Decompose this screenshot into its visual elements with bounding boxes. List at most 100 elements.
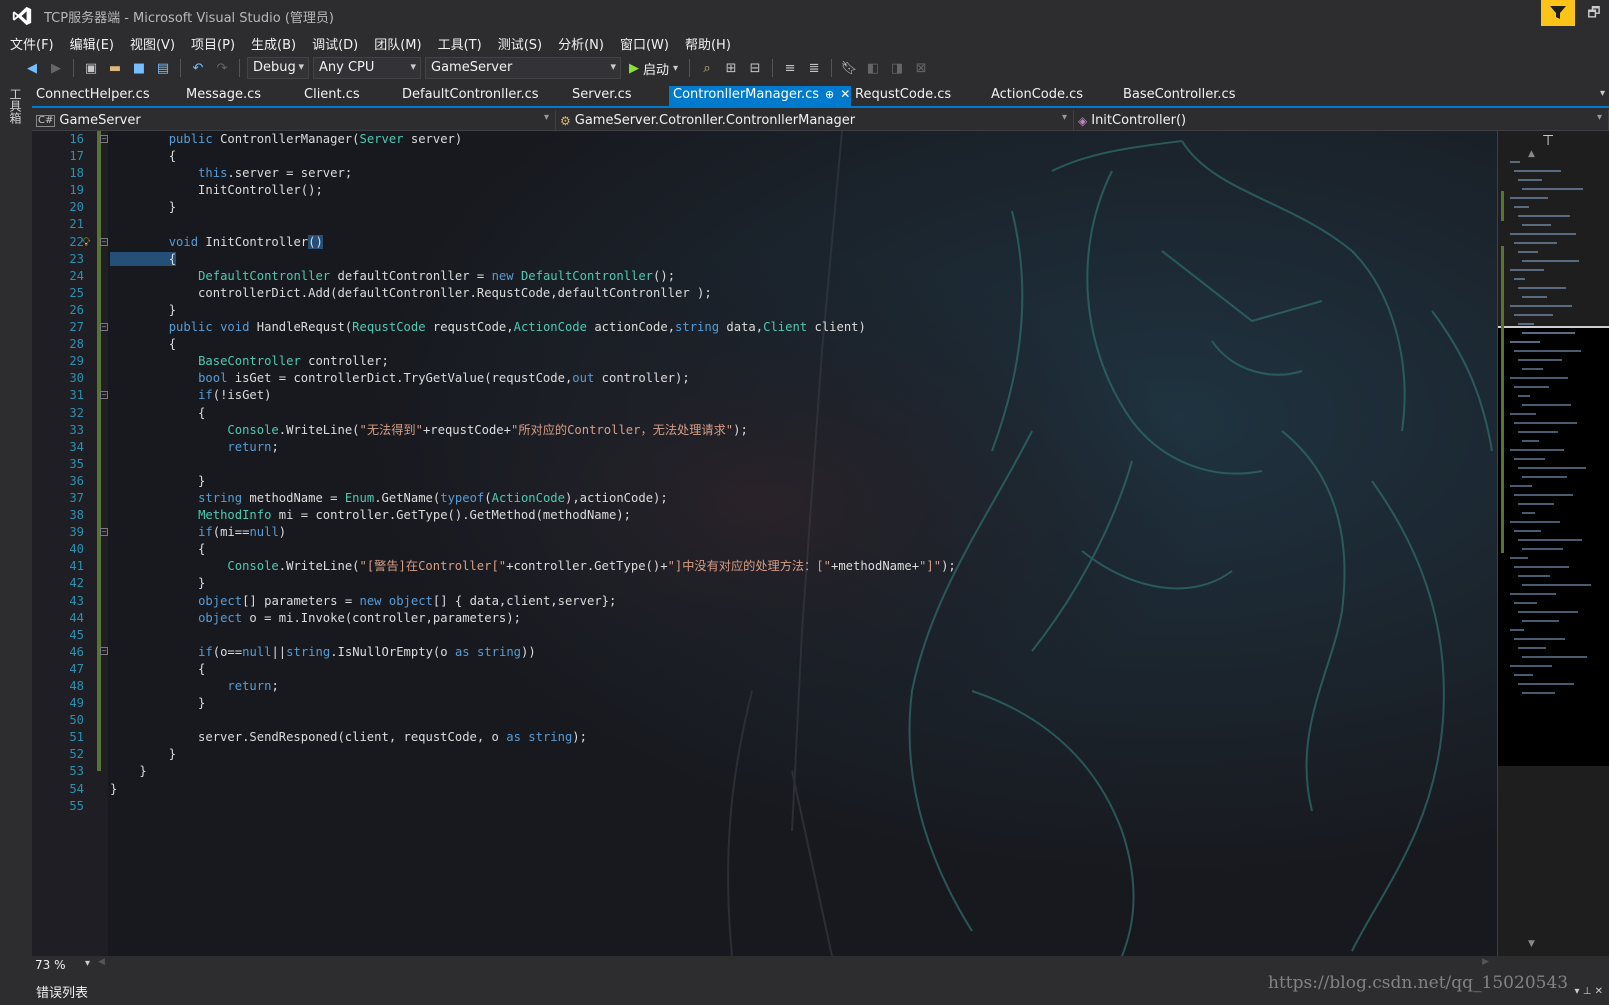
tab-contronllermanager[interactable]: ContronllerManager.cs ⊕ ✕ (669, 86, 851, 106)
menu-test[interactable]: 测试(S) (492, 34, 552, 53)
open-file-icon[interactable]: ▬ (105, 58, 125, 78)
code-line[interactable]: if(o==null||string.IsNullOrEmpty(o as st… (110, 644, 956, 661)
save-all-icon[interactable]: ▤ (153, 58, 173, 78)
code-line[interactable]: if(!isGet) (110, 387, 956, 404)
menu-team[interactable]: 团队(M) (368, 34, 431, 53)
tab-defaultcontronller[interactable]: DefaultContronller.cs (398, 86, 568, 106)
code-line[interactable]: } (110, 763, 956, 780)
code-line[interactable]: } (110, 695, 956, 712)
new-project-icon[interactable]: ▣ (81, 58, 101, 78)
split-window-icon[interactable]: ⊤ (1542, 133, 1554, 149)
tab-overflow-icon[interactable]: ▾ (1600, 88, 1605, 99)
comment-icon[interactable]: ≡ (780, 58, 800, 78)
code-line[interactable]: bool isGet = controllerDict.TryGetValue(… (110, 370, 956, 387)
bookmark-icon[interactable]: 🔖︎ (839, 58, 859, 78)
solution-config-select[interactable]: Debug (247, 57, 309, 79)
code-line[interactable] (110, 798, 956, 815)
code-line[interactable]: controllerDict.Add(defaultContronller.Re… (110, 285, 956, 302)
code-line[interactable]: } (110, 746, 956, 763)
code-line[interactable]: void InitController() (110, 234, 956, 251)
code-line[interactable]: server.SendResponed(client, requstCode, … (110, 729, 956, 746)
code-line[interactable]: Console.WriteLine("[警告]在Controller["+con… (110, 558, 955, 575)
tab-server[interactable]: Server.cs (568, 86, 669, 106)
code-line[interactable]: { (110, 148, 956, 165)
code-text[interactable]: public ContronllerManager(Server server)… (110, 131, 956, 815)
code-line[interactable]: { (110, 251, 956, 268)
menu-build[interactable]: 生成(B) (245, 34, 306, 53)
navigate-back-icon[interactable]: ◀ (22, 58, 42, 78)
code-line[interactable]: { (110, 405, 956, 422)
menu-analyze[interactable]: 分析(N) (552, 34, 614, 53)
code-line[interactable]: } (110, 199, 956, 216)
menu-project[interactable]: 项目(P) (185, 34, 245, 53)
error-list-tab[interactable]: 错误列表 (36, 982, 88, 1001)
code-line[interactable]: object[] parameters = new object[] { dat… (110, 593, 956, 610)
fold-toggle-icon[interactable]: − (100, 323, 108, 331)
fold-toggle-icon[interactable]: − (100, 391, 108, 399)
tab-connecthelper[interactable]: ConnectHelper.cs (32, 86, 182, 106)
zoom-level-select[interactable]: 73 % (32, 958, 92, 972)
startup-project-select[interactable]: GameServer (425, 57, 621, 79)
solution-explorer-icon[interactable]: ⊞ (721, 58, 741, 78)
code-line[interactable]: InitController(); (110, 182, 956, 199)
previous-bookmark-icon[interactable]: ◧ (863, 58, 883, 78)
tab-message[interactable]: Message.cs (182, 86, 300, 106)
menu-window[interactable]: 窗口(W) (614, 34, 679, 53)
menu-view[interactable]: 视图(V) (124, 34, 185, 53)
fold-toggle-icon[interactable]: − (100, 238, 108, 246)
code-line[interactable] (110, 216, 956, 233)
uncomment-icon[interactable]: ≣ (804, 58, 824, 78)
menu-help[interactable]: 帮助(H) (679, 34, 741, 53)
code-line[interactable]: string methodName = Enum.GetName(typeof(… (110, 490, 956, 507)
code-line[interactable] (110, 456, 956, 473)
member-dropdown[interactable]: ◈ InitController() (1074, 110, 1609, 131)
scroll-right-icon[interactable]: ▶ (1482, 957, 1489, 967)
code-line[interactable] (110, 627, 956, 644)
code-line[interactable]: DefaultContronller defaultContronller = … (110, 268, 956, 285)
next-bookmark-icon[interactable]: ◨ (887, 58, 907, 78)
scroll-down-icon[interactable]: ▼ (1528, 939, 1535, 949)
feedback-button[interactable] (1541, 0, 1575, 26)
fold-toggle-icon[interactable]: − (100, 528, 108, 536)
minimap-viewport[interactable] (1498, 326, 1609, 766)
code-line[interactable]: } (110, 302, 956, 319)
code-line[interactable]: Console.WriteLine("无法得到"+requstCode+"所对应… (110, 422, 956, 439)
code-line[interactable]: return; (110, 678, 956, 695)
clear-bookmarks-icon[interactable]: ⊠ (911, 58, 931, 78)
toolbox-tab[interactable]: 工具箱 (8, 88, 24, 124)
undo-icon[interactable]: ↶ (188, 58, 208, 78)
find-in-files-icon[interactable]: ⌕ (697, 58, 717, 78)
type-dropdown[interactable]: ⚙ GameServer.Cotronller.ContronllerManag… (556, 110, 1074, 131)
redo-icon[interactable]: ↷ (212, 58, 232, 78)
tab-basecontroller[interactable]: BaseController.cs (1119, 86, 1269, 106)
code-line[interactable]: { (110, 661, 956, 678)
code-editor[interactable]: 💡︎ 16 17 18 19 20 21 22 23 24 25 26 27 2… (32, 131, 1497, 956)
code-line[interactable]: { (110, 541, 956, 558)
tab-requstcode[interactable]: RequstCode.cs (851, 86, 987, 106)
code-line[interactable]: return; (110, 439, 956, 456)
code-line[interactable]: BaseController controller; (110, 353, 956, 370)
code-line[interactable]: public ContronllerManager(Server server) (110, 131, 956, 148)
start-debugging-button[interactable]: ▶ 启动 ▾ (625, 59, 682, 78)
code-line[interactable] (110, 712, 956, 729)
menu-edit[interactable]: 编辑(E) (64, 34, 124, 53)
fold-toggle-icon[interactable]: − (100, 135, 108, 143)
scroll-up-icon[interactable]: ▲ (1528, 149, 1535, 159)
code-line[interactable]: this.server = server; (110, 165, 956, 182)
panel-controls-icon[interactable]: ▾ ⊥ ✕ (1575, 986, 1603, 997)
close-icon[interactable]: ✕ (840, 87, 850, 101)
pin-icon[interactable]: ⊕ (825, 88, 834, 101)
tab-client[interactable]: Client.cs (300, 86, 398, 106)
menu-file[interactable]: 文件(F) (4, 34, 64, 53)
fold-toggle-icon[interactable]: − (100, 647, 108, 655)
code-line[interactable]: } (110, 575, 956, 592)
code-line[interactable]: } (110, 473, 956, 490)
code-line[interactable]: if(mi==null) (110, 524, 956, 541)
minimap-scrollbar[interactable]: ⊤ ▲ ▼ (1497, 131, 1609, 956)
menu-tools[interactable]: 工具(T) (432, 34, 492, 53)
code-line[interactable]: } (110, 781, 956, 798)
code-line[interactable]: MethodInfo mi = controller.GetType().Get… (110, 507, 956, 524)
window-control-icon[interactable]: 🗗 (1579, 2, 1609, 28)
class-view-icon[interactable]: ⊟ (745, 58, 765, 78)
project-dropdown[interactable]: C# GameServer (32, 110, 556, 131)
